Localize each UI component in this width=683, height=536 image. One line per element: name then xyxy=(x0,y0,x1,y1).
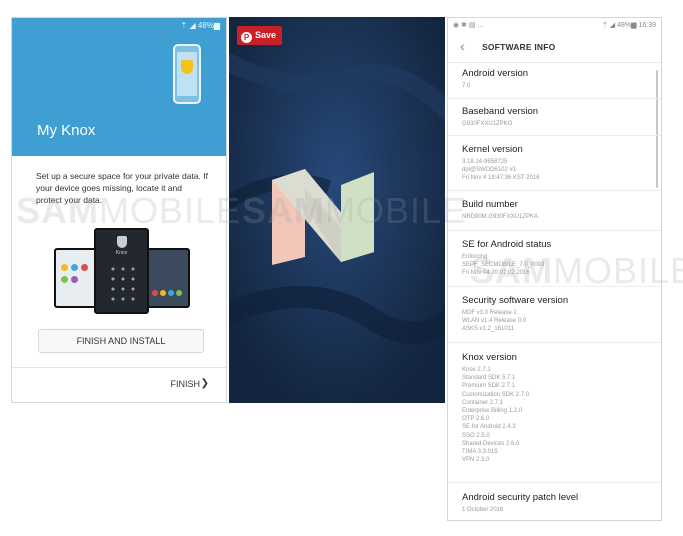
build-number-item: Build number NRD90M.G930FXXU1ZPKA xyxy=(462,199,539,220)
device-brand-label: Knox xyxy=(115,250,128,256)
back-icon[interactable]: ‹ xyxy=(460,38,465,54)
knox-devices-illustration: Knox xyxy=(54,228,190,316)
status-left-icons: ◉ ✱ ▤ ... xyxy=(453,22,484,29)
lock-shield-icon xyxy=(117,236,127,248)
center-phone-illustration: Knox xyxy=(94,228,149,314)
page-title: SOFTWARE INFO xyxy=(482,42,556,52)
android-version-item: Android version 7.0 xyxy=(462,68,529,89)
save-label: Save xyxy=(255,30,277,40)
security-patch-level-item: Android security patch level 1 October 2… xyxy=(462,492,579,513)
left-phone-illustration xyxy=(54,248,98,308)
pinterest-icon: P xyxy=(241,32,252,43)
watermark: SAMMOBILE xyxy=(242,190,468,231)
software-info-header: ‹ SOFTWARE INFO xyxy=(448,34,661,63)
right-phone-illustration xyxy=(146,248,190,308)
status-bar: ⇡ ◢ 48%▆ xyxy=(180,21,220,30)
pinterest-save-button[interactable]: P Save xyxy=(237,26,283,45)
divider xyxy=(12,367,226,368)
status-right-icons: ⇡ ◢ 48%▆ 16:39 xyxy=(602,22,656,29)
kernel-version-item: Kernel version 3.18.14-9658725 dpi@SWDD6… xyxy=(462,144,540,182)
security-software-version-item: Security software version MDF v3.0 Relea… xyxy=(462,295,569,333)
finish-button[interactable]: FINISH xyxy=(170,379,200,389)
watermark: SAMMOBILE xyxy=(16,190,242,231)
knox-header-banner: ⇡ ◢ 48%▆ My Knox xyxy=(12,18,226,156)
watermark: SAMMOBILE xyxy=(470,250,683,291)
shield-icon xyxy=(181,60,193,74)
knox-version-item: Knox version Knox 2.7.1 Standard SDK 5.7… xyxy=(462,352,530,464)
chevron-right-icon[interactable]: ❯ xyxy=(201,378,209,389)
pattern-lock-grid xyxy=(108,264,136,302)
scrollbar[interactable] xyxy=(656,70,658,188)
finish-and-install-button[interactable]: FINISH AND INSTALL xyxy=(38,329,204,353)
phone-shield-illustration xyxy=(173,44,201,104)
page-title: My Knox xyxy=(37,122,96,139)
status-bar: ◉ ✱ ▤ ... ⇡ ◢ 48%▆ 16:39 xyxy=(453,21,656,29)
baseband-version-item: Baseband version G930FXXU1ZPKO xyxy=(462,106,539,127)
